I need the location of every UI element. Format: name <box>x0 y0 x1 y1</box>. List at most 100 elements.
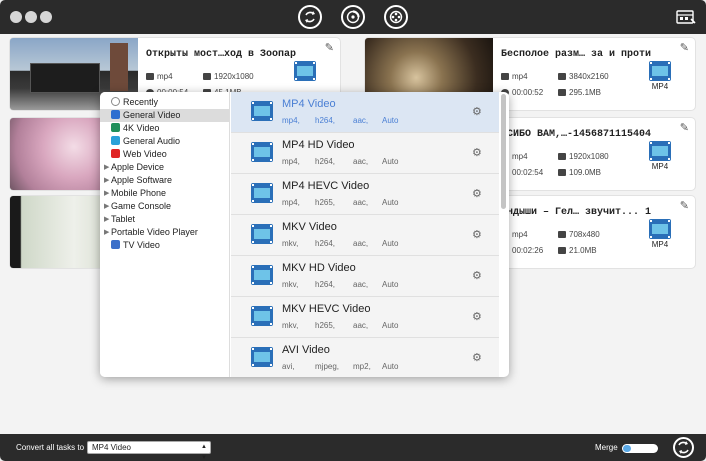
start-convert-button[interactable] <box>673 437 694 458</box>
format-name: MP4 HD Video <box>282 139 355 151</box>
category-item[interactable]: ▶ Portable Video Player <box>100 226 229 239</box>
format-spec: Auto <box>382 280 399 289</box>
category-item[interactable]: ▶ Apple Device <box>100 161 229 174</box>
toolbox-icon[interactable] <box>676 8 696 26</box>
format-icon <box>251 101 273 121</box>
edit-pencil-icon[interactable]: ✎ <box>680 121 689 134</box>
edit-pencil-icon[interactable]: ✎ <box>680 199 689 212</box>
gear-icon[interactable]: ⚙ <box>472 310 482 323</box>
format-list: MP4 Video mp4, h264, aac, Auto ⚙ MP4 HD Video m… <box>231 92 499 377</box>
task-title: Бесполое разм… за и против <box>501 49 651 60</box>
category-item[interactable]: ▶ Tablet <box>100 213 229 226</box>
format-spec: mkv, <box>282 280 299 289</box>
disclosure-triangle-icon[interactable]: ▶ <box>104 174 109 187</box>
format-spec: mp2, <box>353 362 371 371</box>
category-label: General Audio <box>123 136 181 146</box>
close-window-button[interactable] <box>10 11 22 23</box>
disclosure-triangle-icon[interactable]: ▶ <box>104 161 109 174</box>
format-spec: Auto <box>382 239 399 248</box>
category-item[interactable]: ▶ Game Console <box>100 200 229 213</box>
zoom-window-button[interactable] <box>40 11 52 23</box>
category-item[interactable]: TV Video <box>100 239 229 252</box>
format-list-scrollbar[interactable] <box>501 94 506 209</box>
format-name: MP4 HEVC Video <box>282 180 370 192</box>
edit-pencil-icon[interactable]: ✎ <box>325 41 334 54</box>
rip-dvd-mode-button[interactable] <box>341 5 365 29</box>
edit-pencil-icon[interactable]: ✎ <box>680 41 689 54</box>
format-option[interactable]: MKV HEVC Video mkv, h265, aac, Auto ⚙ <box>231 297 499 338</box>
output-format-label: MP4 <box>651 162 669 171</box>
format-option[interactable]: MKV HD Video mkv, h264, aac, Auto ⚙ <box>231 256 499 297</box>
minimize-window-button[interactable] <box>25 11 37 23</box>
format-spec: aac, <box>353 157 369 166</box>
format-option[interactable]: MP4 HD Video mp4, h264, aac, Auto ⚙ <box>231 133 499 174</box>
format-spec: mkv, <box>282 239 299 248</box>
category-item[interactable]: General Video <box>100 109 229 122</box>
source-format: mp4 <box>501 72 528 81</box>
format-icon <box>251 347 273 367</box>
disclosure-triangle-icon[interactable]: ▶ <box>104 200 109 213</box>
download-icon <box>558 169 566 176</box>
format-icon <box>251 142 273 162</box>
disclosure-triangle-icon[interactable]: ▶ <box>104 226 109 239</box>
format-icon <box>251 224 273 244</box>
output-format-label: MP4 <box>651 240 669 249</box>
category-label: TV Video <box>123 240 160 250</box>
gear-icon[interactable]: ⚙ <box>472 146 482 159</box>
format-category-list: Recently General Video 4K Video General Aud… <box>100 92 230 377</box>
format-spec: aac, <box>353 116 369 125</box>
disclosure-triangle-icon[interactable]: ▶ <box>104 213 109 226</box>
gear-icon[interactable]: ⚙ <box>472 269 482 282</box>
category-item[interactable]: Recently <box>100 96 229 109</box>
convert-mode-button[interactable] <box>298 5 322 29</box>
format-name: MP4 Video <box>282 98 336 110</box>
film-icon <box>501 73 509 80</box>
gear-icon[interactable]: ⚙ <box>472 187 482 200</box>
merge-label: Merge <box>595 443 618 452</box>
source-format: mp4 <box>146 72 173 81</box>
format-spec: h264, <box>315 157 336 166</box>
format-spec: aac, <box>353 198 369 207</box>
category-label: General Video <box>123 110 181 120</box>
gear-icon[interactable]: ⚙ <box>472 228 482 241</box>
format-spec: mjpeg, <box>315 362 340 371</box>
format-option[interactable]: AVI Video avi, mjpeg, mp2, Auto ⚙ <box>231 338 499 377</box>
disclosure-triangle-icon[interactable]: ▶ <box>104 187 109 200</box>
output-format-label: MP4 <box>651 82 669 91</box>
category-label: Game Console <box>111 201 172 211</box>
category-item[interactable]: ▶ Mobile Phone <box>100 187 229 200</box>
gear-icon[interactable]: ⚙ <box>472 351 482 364</box>
convert-icon <box>305 11 315 23</box>
category-label: Apple Software <box>111 175 173 185</box>
format-spec: Auto <box>382 362 399 371</box>
youtube-icon <box>111 149 120 158</box>
output-format-button[interactable]: MP4 <box>643 141 677 171</box>
format-option[interactable]: MP4 HEVC Video mp4, h265, aac, Auto ⚙ <box>231 174 499 215</box>
record-mode-button[interactable] <box>384 5 408 29</box>
task-title: Открыты мост…ход в Зоопарке <box>146 49 296 60</box>
gear-icon[interactable]: ⚙ <box>472 105 482 118</box>
format-option[interactable]: MP4 Video mp4, h264, aac, Auto ⚙ <box>231 92 499 133</box>
download-icon <box>558 247 566 254</box>
output-format-button[interactable]: MP4 <box>643 219 677 249</box>
format-spec: h264, <box>315 239 336 248</box>
category-item[interactable]: General Audio <box>100 135 229 148</box>
clock-icon <box>111 97 120 106</box>
convert-all-format-select[interactable]: MP4 Video ▲ ▼ <box>87 441 211 461</box>
format-icon <box>251 306 273 326</box>
mp4-format-icon <box>649 219 671 239</box>
source-size: 21.0MB <box>558 246 597 255</box>
output-format-button[interactable] <box>288 61 322 82</box>
category-label: Portable Video Player <box>111 227 198 237</box>
merge-toggle[interactable] <box>622 444 658 453</box>
output-format-button[interactable]: MP4 <box>643 61 677 91</box>
category-item[interactable]: ▶ Apple Software <box>100 174 229 187</box>
category-item[interactable]: 4K Video <box>100 122 229 135</box>
selected-format-value: MP4 Video <box>92 443 131 452</box>
format-name: AVI Video <box>282 344 330 356</box>
category-item[interactable]: Web Video <box>100 148 229 161</box>
format-option[interactable]: MKV Video mkv, h264, aac, Auto ⚙ <box>231 215 499 256</box>
category-label: Tablet <box>111 214 136 224</box>
format-spec: mp4, <box>282 198 300 207</box>
format-spec: aac, <box>353 239 369 248</box>
